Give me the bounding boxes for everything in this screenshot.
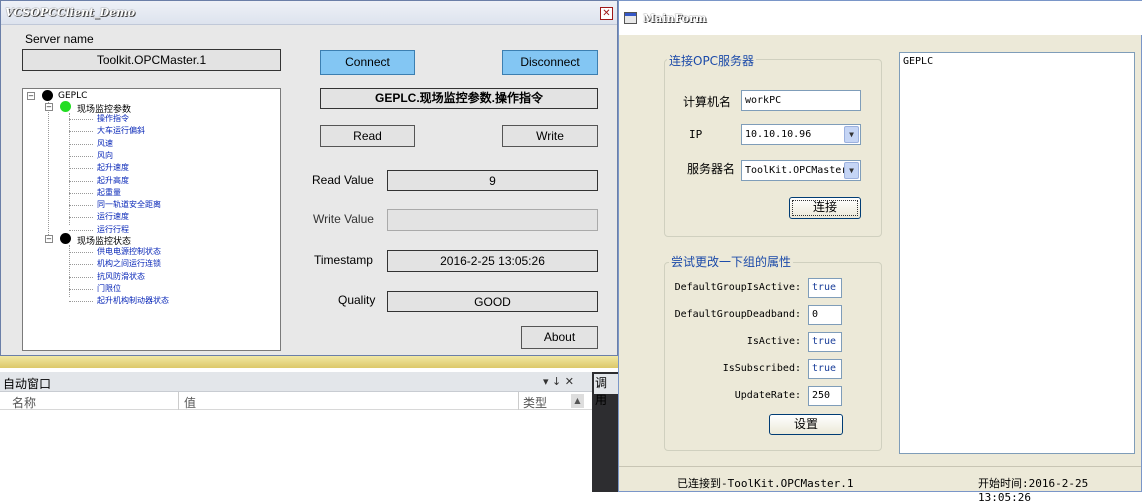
collapse-icon[interactable]: − — [45, 103, 53, 111]
panel-pin-icons[interactable]: ▾ ↓ ✕ — [543, 375, 574, 388]
scroll-up-icon[interactable]: ▲ — [571, 394, 584, 408]
server-name-label: 服务器名 — [687, 162, 736, 176]
connect-button[interactable]: 连接 — [789, 197, 861, 219]
computer-name-label: 计算机名 — [683, 95, 732, 109]
connect-button[interactable]: Connect — [320, 50, 415, 75]
auto-window-panel: 自动窗口 ▾ ↓ ✕ 调用 名称 值 类型 ▲ — [0, 368, 618, 492]
col-name[interactable]: 名称 — [12, 394, 36, 411]
collapse-icon[interactable]: − — [45, 235, 53, 243]
write-value-label: Write Value — [313, 212, 374, 226]
group-props-title: 尝试更改一下组的属性 — [669, 253, 794, 270]
tree-leaf[interactable]: 起升速度 — [97, 162, 129, 173]
node-green-icon — [60, 101, 71, 112]
node-black-icon — [60, 233, 71, 244]
prop-value-input[interactable]: true — [808, 278, 842, 298]
set-button[interactable]: 设置 — [769, 414, 843, 435]
tree-root[interactable]: GEPLC — [58, 91, 87, 101]
title-bar: VCSOPCClient_Demo ✕ — [1, 1, 617, 25]
tree-leaf[interactable]: 机构之间运行连锁 — [97, 258, 161, 269]
chevron-down-icon[interactable]: ▼ — [844, 126, 859, 143]
col-type[interactable]: 类型 — [523, 394, 547, 411]
server-name-label: Server name — [25, 32, 94, 46]
server-select[interactable]: ToolKit.OPCMaster ▼ — [741, 160, 861, 181]
ip-label: IP — [689, 128, 703, 141]
tree-leaf[interactable]: 风向 — [97, 150, 113, 161]
prop-label: IsSubscribed: — [722, 363, 801, 374]
prop-label: DefaultGroupIsActive: — [674, 282, 801, 293]
chevron-down-icon[interactable]: ▼ — [844, 162, 859, 179]
status-bar: 已连接到-ToolKit.OPCMaster.1 开始时间:2016-2-25 … — [619, 466, 1141, 504]
disconnect-button[interactable]: Disconnect — [502, 50, 598, 75]
output-list[interactable]: GEPLC — [899, 52, 1135, 454]
timestamp-label: Timestamp — [314, 253, 373, 267]
prop-label: DefaultGroupDeadband: — [674, 309, 801, 320]
quality-label: Quality — [338, 293, 376, 307]
ip-select[interactable]: 10.10.10.96 ▼ — [741, 124, 861, 145]
collapse-icon[interactable]: − — [27, 92, 35, 100]
tree-leaf[interactable]: 起升机构制动器状态 — [97, 295, 169, 306]
tree-leaf[interactable]: 门限位 — [97, 283, 121, 294]
server-name-field[interactable]: Toolkit.OPCMaster.1 — [22, 49, 281, 71]
ip-value: 10.10.10.96 — [745, 129, 812, 140]
prop-value-input[interactable]: true — [808, 359, 842, 379]
prop-value-input[interactable]: 0 — [808, 305, 842, 325]
panel-title-bar: 自动窗口 ▾ ↓ ✕ — [0, 372, 592, 392]
tree-leaf[interactable]: 供电电源控制状态 — [97, 246, 161, 257]
server-value: ToolKit.OPCMaster — [745, 165, 848, 176]
node-black-icon — [42, 90, 53, 101]
window-gap — [0, 356, 618, 368]
prop-label: UpdateRate: — [734, 390, 801, 401]
connect-group-title: 连接OPC服务器 — [667, 52, 757, 69]
tree-leaf[interactable]: 起升高度 — [97, 175, 129, 186]
status-time: 开始时间:2016-2-25 13:05:26 — [978, 477, 1089, 504]
list-item: GEPLC — [903, 56, 934, 67]
opc-client-window: VCSOPCClient_Demo ✕ Server name Toolkit.… — [0, 0, 618, 356]
tree-leaf[interactable]: 风速 — [97, 138, 113, 149]
computer-name-input[interactable]: workPC — [741, 90, 861, 111]
close-icon[interactable]: ✕ — [600, 7, 613, 20]
read-value-label: Read Value — [312, 173, 374, 187]
title-bar: MainForm — [619, 1, 1142, 35]
prop-value-input[interactable]: 250 — [808, 386, 842, 406]
column-header: 名称 值 类型 ▲ — [0, 392, 592, 410]
write-button[interactable]: Write — [502, 125, 598, 147]
tree-leaf[interactable]: 操作指令 — [97, 113, 129, 124]
window-title: MainForm — [643, 12, 707, 25]
read-value-field: 9 — [387, 170, 598, 191]
read-button[interactable]: Read — [320, 125, 415, 147]
item-path-field: GEPLC.现场监控参数.操作指令 — [320, 88, 598, 109]
timestamp-field: 2016-2-25 13:05:26 — [387, 250, 598, 272]
prop-value-input[interactable]: true — [808, 332, 842, 352]
tree-leaf[interactable]: 同一轨道安全距离 — [97, 199, 161, 210]
panel-title: 自动窗口 — [3, 377, 52, 391]
write-value-input[interactable] — [387, 209, 598, 231]
prop-label: IsActive: — [746, 336, 801, 347]
mainform-window: MainForm 连接OPC服务器 计算机名 workPC IP 10.10.1… — [618, 0, 1142, 504]
quality-field: GOOD — [387, 291, 598, 312]
call-stack-tab[interactable]: 调用 — [594, 374, 618, 407]
tree-leaf[interactable]: 起重量 — [97, 187, 121, 198]
status-connected: 已连接到-ToolKit.OPCMaster.1 — [677, 477, 854, 490]
window-title: VCSOPCClient_Demo — [5, 6, 136, 19]
tree-leaf[interactable]: 运行速度 — [97, 211, 129, 222]
col-value[interactable]: 值 — [184, 394, 196, 411]
app-icon — [624, 12, 637, 24]
about-button[interactable]: About — [521, 326, 598, 349]
tree-leaf[interactable]: 抗风防滑状态 — [97, 271, 145, 282]
tag-tree[interactable]: − GEPLC − 现场监控参数 操作指令 大车运行偏斜 风速 风向 起升速度 起升高度起… — [22, 88, 281, 351]
tree-leaf[interactable]: 大车运行偏斜 — [97, 125, 145, 136]
